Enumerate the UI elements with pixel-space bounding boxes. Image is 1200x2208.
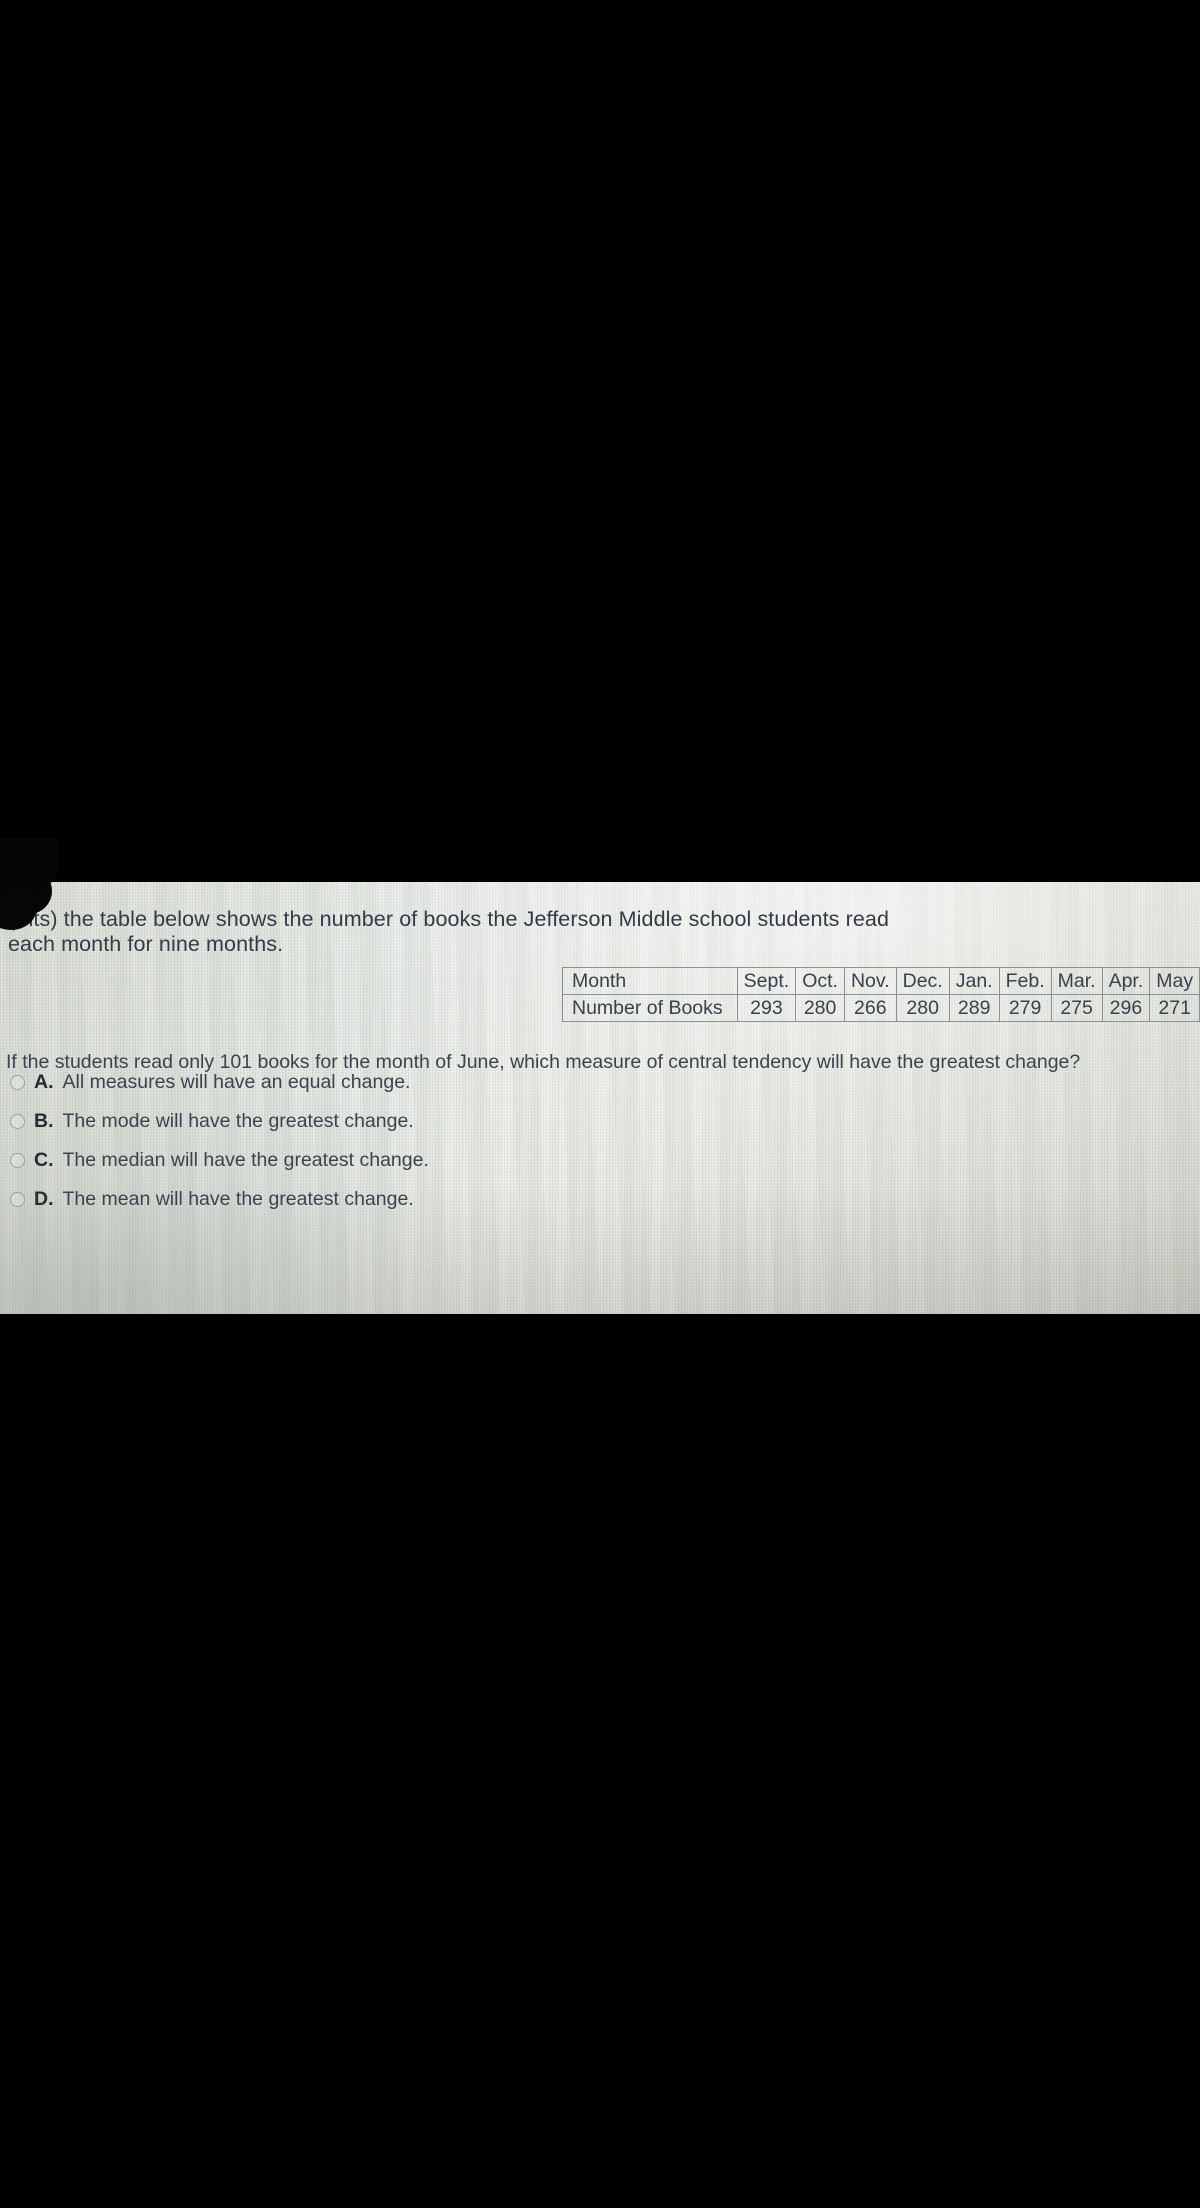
books-cell-oct: 280: [795, 994, 845, 1022]
books-cell-apr: 296: [1101, 994, 1151, 1022]
books-cell-nov: 266: [843, 994, 897, 1022]
prompt-line-1: ( nts) the table below shows the number …: [8, 907, 890, 931]
question-text: If the students read only 101 books for …: [6, 1051, 1081, 1073]
answer-option-d[interactable]: D. The mean will have the greatest chang…: [10, 1189, 414, 1209]
month-cell-jan: Jan.: [948, 967, 1000, 995]
month-cell-nov: Nov.: [843, 967, 897, 995]
option-a-letter: A.: [34, 1071, 54, 1093]
radio-button-a-icon[interactable]: [10, 1074, 25, 1090]
books-per-month-table: Month Sept. Oct. Nov. Dec. Jan. Feb. Mar…: [562, 967, 1200, 1022]
table-row-books: Number of Books 293 280 266 280 289 279 …: [562, 994, 1200, 1022]
radio-button-d-icon[interactable]: [10, 1191, 25, 1207]
answer-option-a[interactable]: A. All measures will have an equal chang…: [10, 1072, 410, 1092]
answer-option-b[interactable]: B. The mode will have the greatest chang…: [10, 1111, 414, 1131]
answer-option-c[interactable]: C. The median will have the greatest cha…: [10, 1150, 429, 1170]
option-b-letter: B.: [34, 1110, 54, 1132]
option-d-text: The mean will have the greatest change.: [62, 1188, 414, 1210]
books-cell-mar: 275: [1050, 994, 1103, 1022]
option-d-letter: D.: [34, 1188, 54, 1210]
prompt-line-2: each month for nine months.: [8, 932, 284, 956]
option-a-text: All measures will have an equal change.: [62, 1071, 411, 1093]
month-cell-feb: Feb.: [998, 967, 1052, 995]
option-c-letter: C.: [34, 1149, 54, 1171]
month-cell-sept: Sept.: [736, 967, 797, 995]
option-c-text: The median will have the greatest change…: [62, 1149, 429, 1171]
radio-button-c-icon[interactable]: [10, 1152, 25, 1168]
month-cell-oct: Oct.: [795, 967, 845, 995]
month-cell-dec: Dec.: [895, 967, 950, 995]
row-header-number-of-books: Number of Books: [562, 994, 738, 1022]
option-b-text: The mode will have the greatest change.: [62, 1110, 414, 1132]
books-cell-feb: 279: [998, 994, 1052, 1022]
occluding-dark-blob-top: [0, 838, 72, 894]
month-cell-apr: Apr.: [1101, 967, 1151, 995]
month-cell-mar: Mar.: [1050, 967, 1103, 995]
row-header-month: Month: [562, 967, 738, 995]
books-cell-dec: 280: [895, 994, 950, 1022]
photographed-screen-region: ( nts) the table below shows the number …: [0, 882, 1200, 1314]
books-cell-sept: 293: [736, 994, 797, 1022]
books-cell-jan: 289: [948, 994, 1000, 1022]
question-content: ( nts) the table below shows the number …: [0, 882, 1200, 1314]
month-cell-may: May: [1149, 967, 1200, 995]
radio-button-b-icon[interactable]: [10, 1113, 25, 1129]
books-cell-may: 271: [1149, 994, 1200, 1022]
table-row-months: Month Sept. Oct. Nov. Dec. Jan. Feb. Mar…: [562, 967, 1200, 995]
